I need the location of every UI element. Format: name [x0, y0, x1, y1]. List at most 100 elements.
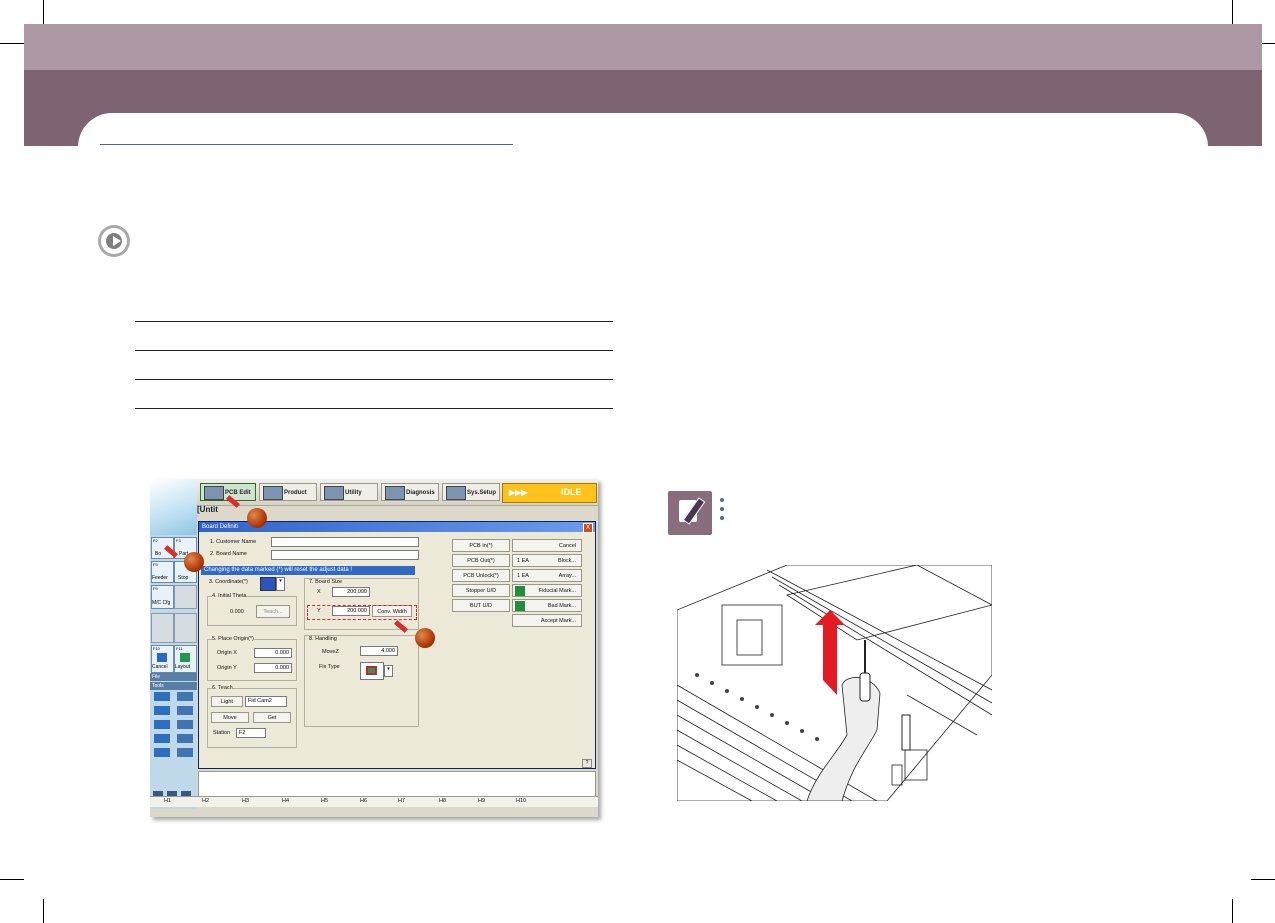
- pcb-edit-icon: [204, 486, 224, 500]
- hotkey-label[interactable]: H1: [164, 798, 171, 804]
- tool-icons-column[interactable]: [177, 692, 193, 762]
- hotkey-label[interactable]: H8: [439, 798, 446, 804]
- toolbar-label: Product: [284, 490, 307, 496]
- sidebar-button-layout[interactable]: F11 Layout: [174, 645, 197, 673]
- menu-label: File: [152, 674, 161, 680]
- file-tab[interactable]: [Untit: [197, 505, 247, 517]
- light-button[interactable]: Light: [211, 696, 243, 707]
- sidebar-button-label: Stop: [178, 575, 189, 581]
- station-select[interactable]: F2: [236, 728, 266, 738]
- main-toolbar: PCB Edit Product Utility Diagnosis Sys.S…: [197, 479, 598, 506]
- menu-label: Tools: [152, 683, 164, 689]
- header-band-light: [24, 24, 1262, 70]
- sidebar-button-cancel[interactable]: F10 Cancel: [151, 645, 174, 673]
- toolbar-label: Utility: [345, 490, 362, 496]
- hotkey-label[interactable]: H5: [321, 798, 328, 804]
- button-label: PCB In(*): [469, 543, 493, 549]
- button-label: Move: [223, 715, 237, 721]
- movez-field[interactable]: 4.000: [360, 646, 398, 656]
- note-dot: [720, 507, 724, 511]
- close-icon[interactable]: X: [583, 523, 593, 533]
- bad-mark-button[interactable]: Bad Mark...: [512, 599, 582, 612]
- handling-group: 8. Handling MoveZ 4.000 Fix Type ▾: [304, 635, 419, 727]
- cancel-button[interactable]: Cancel: [512, 539, 582, 552]
- diagnosis-icon: [385, 486, 405, 500]
- toolbar-sys-setup[interactable]: Sys.Setup: [442, 483, 500, 501]
- move-button[interactable]: Move: [211, 712, 249, 723]
- light-select[interactable]: Fid Cam2: [245, 696, 287, 707]
- field-value: 0.000: [275, 665, 289, 671]
- button-label: PCB Unlock(*): [463, 573, 499, 579]
- button-label: PCB Out(*): [467, 558, 495, 564]
- button-label: Bad Mark...: [547, 603, 576, 609]
- callout-marker: [184, 552, 204, 572]
- status-square: [515, 586, 525, 596]
- button-label: BUT U/D: [470, 603, 492, 609]
- hotkey-label[interactable]: H2: [202, 798, 209, 804]
- hotkey-label[interactable]: H3: [242, 798, 249, 804]
- sidebar-button-blank[interactable]: [174, 613, 197, 643]
- chevron-down-icon[interactable]: ▾: [384, 665, 393, 677]
- crop-mark: [1232, 0, 1233, 24]
- button-label: Light: [221, 699, 233, 705]
- hotkey-label[interactable]: H6: [360, 798, 367, 804]
- coordinate-select[interactable]: [260, 577, 276, 591]
- sidebar-button-label: Feeder: [152, 575, 168, 581]
- crop-mark: [0, 43, 24, 44]
- hotkey-label[interactable]: H9: [478, 798, 485, 804]
- crop-mark: [1232, 899, 1233, 923]
- toolbar-utility[interactable]: Utility: [320, 483, 378, 501]
- help-glyph: ?: [585, 760, 589, 766]
- dialog-title-text: Board Definiti: [202, 524, 239, 530]
- pcb-out-button[interactable]: PCB Out(*): [452, 554, 510, 567]
- sidebar-button-feeder[interactable]: F5 Feeder: [151, 561, 174, 583]
- array-button[interactable]: 1 EA Array...: [512, 569, 582, 582]
- block-button[interactable]: 1 EA Block...: [512, 554, 582, 567]
- hotkey-label[interactable]: H4: [282, 798, 289, 804]
- callout-marker: [415, 628, 435, 648]
- warning-text: Changing the data marked (*) will reset …: [204, 567, 353, 573]
- pcb-in-button[interactable]: PCB In(*): [452, 539, 510, 552]
- hotkey-label[interactable]: H10: [516, 798, 526, 804]
- toolbar-label: Sys.Setup: [467, 490, 497, 496]
- toolbar-product[interactable]: Product: [259, 483, 317, 501]
- chevron-down-icon[interactable]: ▾: [276, 577, 285, 591]
- pcb-unlock-button[interactable]: PCB Unlock(*): [452, 569, 510, 582]
- origin-x-field[interactable]: 0.000: [254, 648, 292, 658]
- fiducial-mark-button[interactable]: Fiducial Mark...: [512, 584, 582, 597]
- origin-y-field[interactable]: 0.000: [254, 663, 292, 673]
- tool-icons-column[interactable]: [154, 692, 170, 762]
- accept-mark-button[interactable]: Accept Mark...: [512, 614, 582, 627]
- x-field[interactable]: 200.000: [332, 587, 370, 597]
- fix-type-select[interactable]: [360, 662, 384, 680]
- status-square: [515, 601, 525, 611]
- board-definition-dialog: Board Definiti X 1. Customer Name 2. Boa…: [198, 521, 596, 769]
- but-ud-button[interactable]: BUT U/D: [452, 599, 510, 612]
- fix-type-icon: [366, 666, 377, 675]
- customer-name-field[interactable]: [271, 537, 419, 547]
- f-key-label: F10: [153, 646, 160, 651]
- field-value: 200.000: [347, 589, 367, 595]
- utility-icon: [324, 486, 344, 500]
- get-button[interactable]: Get: [253, 712, 291, 723]
- sidebar-button-mc-cfg[interactable]: F9 M/C Cfg: [151, 585, 174, 609]
- button-label: Array...: [558, 573, 576, 579]
- menu-tools[interactable]: Tools: [150, 682, 197, 690]
- board-name-field[interactable]: [271, 550, 419, 560]
- select-value: Fid Cam2: [248, 698, 272, 704]
- sidebar-button-blank[interactable]: [174, 585, 197, 609]
- stopper-ud-button[interactable]: Stopper U/D: [452, 584, 510, 597]
- teach-button[interactable]: Teach...: [256, 605, 290, 618]
- section-title-rule: [100, 144, 513, 145]
- menu-file[interactable]: File: [150, 673, 197, 681]
- hotkey-label[interactable]: H7: [398, 798, 405, 804]
- toolbar-diagnosis[interactable]: Diagnosis: [381, 483, 439, 501]
- cancel-x-icon: [157, 653, 167, 662]
- table-rule: [135, 321, 613, 322]
- note-dot: [720, 498, 724, 502]
- sidebar-button-blank[interactable]: [151, 613, 174, 643]
- group-label: 8. Handling: [309, 636, 337, 642]
- conveyor-pin-lift-illustration: [677, 565, 992, 801]
- help-icon[interactable]: ?: [582, 759, 592, 768]
- hotkey-bar: H1 H2 H3 H4 H5 H6 H7 H8 H9 H10: [150, 796, 598, 807]
